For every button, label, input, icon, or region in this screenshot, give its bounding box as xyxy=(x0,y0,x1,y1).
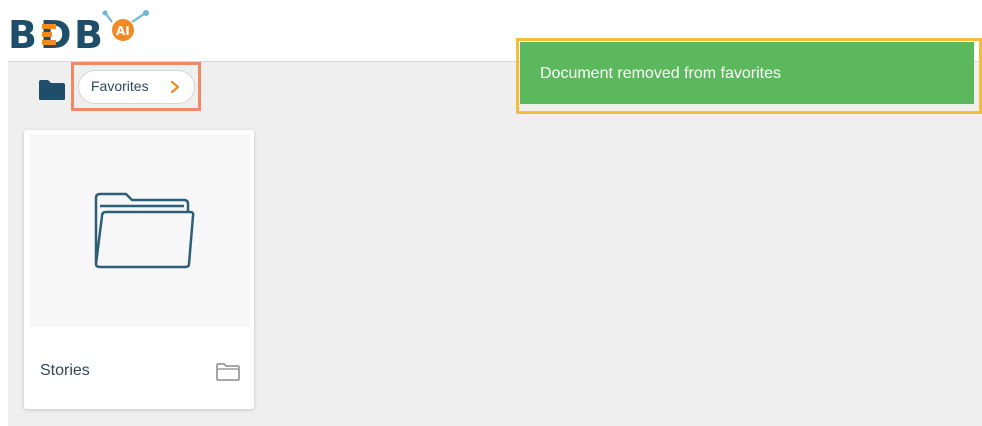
logo-ai-badge: AI xyxy=(116,24,130,38)
chevron-right-icon xyxy=(170,80,180,94)
folder-open-icon xyxy=(94,192,195,269)
logo-letter-b1: B xyxy=(8,13,37,57)
folder-outline-icon xyxy=(216,363,240,381)
folder-icon[interactable] xyxy=(38,79,66,101)
folder-card-title[interactable]: Stories xyxy=(40,362,90,380)
logo-letter-b2: B xyxy=(74,13,103,57)
breadcrumb-label[interactable]: Favorites xyxy=(91,78,149,94)
toast-message: Document removed from favorites xyxy=(540,65,781,82)
bdb-logo[interactable]: B D B AI xyxy=(8,8,158,60)
